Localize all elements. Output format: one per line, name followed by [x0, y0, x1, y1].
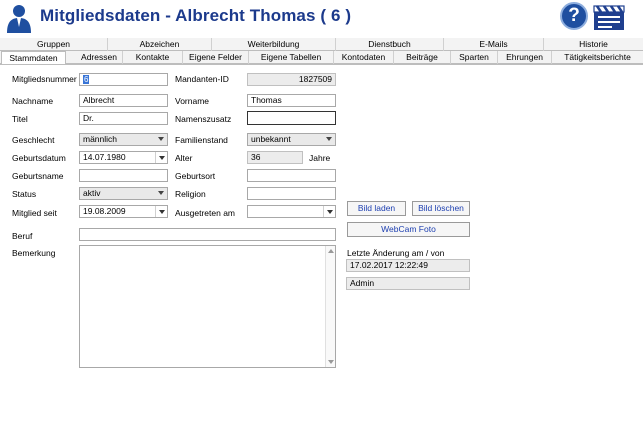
tab-eigene-felder[interactable]: Eigene Felder: [183, 51, 249, 64]
namenszusatz-field[interactable]: [247, 111, 336, 125]
help-button[interactable]: ?: [560, 2, 588, 30]
titel-label: Titel: [12, 114, 28, 124]
chevron-down-icon: [158, 137, 164, 141]
familienstand-select[interactable]: unbekannt: [247, 133, 336, 146]
religion-label: Religion: [175, 189, 206, 199]
bild-loeschen-button[interactable]: Bild löschen: [412, 201, 470, 216]
page-title: Mitgliedsdaten - Albrecht Thomas ( 6 ): [40, 6, 352, 25]
ausgetreten-am-datepicker[interactable]: [247, 205, 336, 218]
tab-eigene-tabellen[interactable]: Eigene Tabellen: [249, 51, 334, 64]
dropdown-arrow-icon[interactable]: [155, 206, 167, 217]
vorname-field[interactable]: Thomas: [247, 94, 336, 107]
bemerkung-label: Bemerkung: [12, 248, 56, 258]
geburtsname-field[interactable]: [79, 169, 168, 182]
ausgetreten-am-label: Ausgetreten am: [175, 208, 236, 218]
status-value: aktiv: [83, 188, 101, 198]
tab-bar-top: Gruppen Abzeichen Weiterbildung Dienstbu…: [0, 38, 643, 51]
mandanten-id-field: 1827509: [247, 73, 336, 86]
geburtsname-label: Geburtsname: [12, 171, 64, 181]
bild-laden-button[interactable]: Bild laden: [347, 201, 406, 216]
familienstand-label: Familienstand: [175, 135, 228, 145]
bemerkung-textarea[interactable]: [79, 245, 336, 368]
tab-gruppen[interactable]: Gruppen: [0, 38, 108, 51]
mitgliedsnummer-label: Mitgliedsnummer: [12, 74, 77, 84]
mitglied-seit-label: Mitglied seit: [12, 208, 57, 218]
mitgliedsnummer-value: 6: [83, 75, 90, 85]
status-select[interactable]: aktiv: [79, 187, 168, 200]
member-person-icon: [7, 5, 31, 33]
bemerkung-value: [80, 246, 335, 250]
tab-abzeichen[interactable]: Abzeichen: [108, 38, 212, 51]
tab-sparten[interactable]: Sparten: [451, 51, 498, 64]
titel-field[interactable]: Dr.: [79, 112, 168, 125]
tab-taetigkeitsberichte[interactable]: Tätigkeitsberichte: [552, 51, 643, 64]
religion-field[interactable]: [247, 187, 336, 200]
namenszusatz-label: Namenszusatz: [175, 114, 232, 124]
chevron-down-icon: [158, 191, 164, 195]
beruf-label: Beruf: [12, 231, 33, 241]
dropdown-arrow-icon[interactable]: [323, 206, 335, 217]
tab-kontodaten[interactable]: Kontodaten: [334, 51, 394, 64]
beruf-field[interactable]: [79, 228, 336, 241]
clapperboard-icon[interactable]: [593, 3, 625, 31]
webcam-foto-button[interactable]: WebCam Foto: [347, 222, 470, 237]
geschlecht-value: männlich: [83, 134, 118, 144]
dropdown-arrow-icon[interactable]: [155, 152, 167, 163]
nachname-field[interactable]: Albrecht: [79, 94, 168, 107]
mitgliedsnummer-field[interactable]: 6: [79, 73, 168, 86]
geschlecht-label: Geschlecht: [12, 135, 55, 145]
alter-label: Alter: [175, 153, 193, 163]
mandanten-id-label: Mandanten-ID: [175, 74, 229, 84]
geburtsdatum-label: Geburtsdatum: [12, 153, 66, 163]
letzte-aenderung-user: Admin: [346, 277, 470, 290]
tab-dienstbuch[interactable]: Dienstbuch: [336, 38, 444, 51]
familienstand-value: unbekannt: [251, 134, 291, 144]
scroll-down-icon[interactable]: [328, 360, 334, 364]
tab-weiterbildung[interactable]: Weiterbildung: [212, 38, 336, 51]
tab-bar-bottom: Stammdaten Adressen Kontakte Eigene Feld…: [0, 51, 643, 65]
bemerkung-scrollbar[interactable]: [325, 246, 335, 367]
letzte-aenderung-label: Letzte Änderung am / von: [347, 248, 445, 258]
letzte-aenderung-date: 17.02.2017 12:22:49: [346, 259, 470, 272]
alter-unit: Jahre: [309, 153, 331, 163]
tab-ehrungen[interactable]: Ehrungen: [498, 51, 552, 64]
geburtsort-field[interactable]: [247, 169, 336, 182]
mitglied-seit-datepicker[interactable]: 19.08.2009: [79, 205, 168, 218]
geschlecht-select[interactable]: männlich: [79, 133, 168, 146]
geburtsort-label: Geburtsort: [175, 171, 216, 181]
tab-beitraege[interactable]: Beiträge: [394, 51, 451, 64]
tab-kontakte[interactable]: Kontakte: [123, 51, 183, 64]
tab-emails[interactable]: E-Mails: [444, 38, 544, 51]
status-label: Status: [12, 189, 37, 199]
vorname-label: Vorname: [175, 96, 210, 106]
tab-adressen[interactable]: Adressen: [76, 51, 123, 64]
mitglied-seit-value: 19.08.2009: [83, 206, 126, 216]
geburtsdatum-datepicker[interactable]: 14.07.1980: [79, 151, 168, 164]
tab-historie[interactable]: Historie: [544, 38, 643, 51]
chevron-down-icon: [326, 137, 332, 141]
window-header: Mitgliedsdaten - Albrecht Thomas ( 6 ) ?: [0, 0, 643, 36]
alter-field: 36: [247, 151, 303, 164]
scroll-up-icon[interactable]: [328, 249, 334, 253]
geburtsdatum-value: 14.07.1980: [83, 152, 126, 162]
nachname-label: Nachname: [12, 96, 54, 106]
tab-stammdaten[interactable]: Stammdaten: [1, 51, 66, 65]
